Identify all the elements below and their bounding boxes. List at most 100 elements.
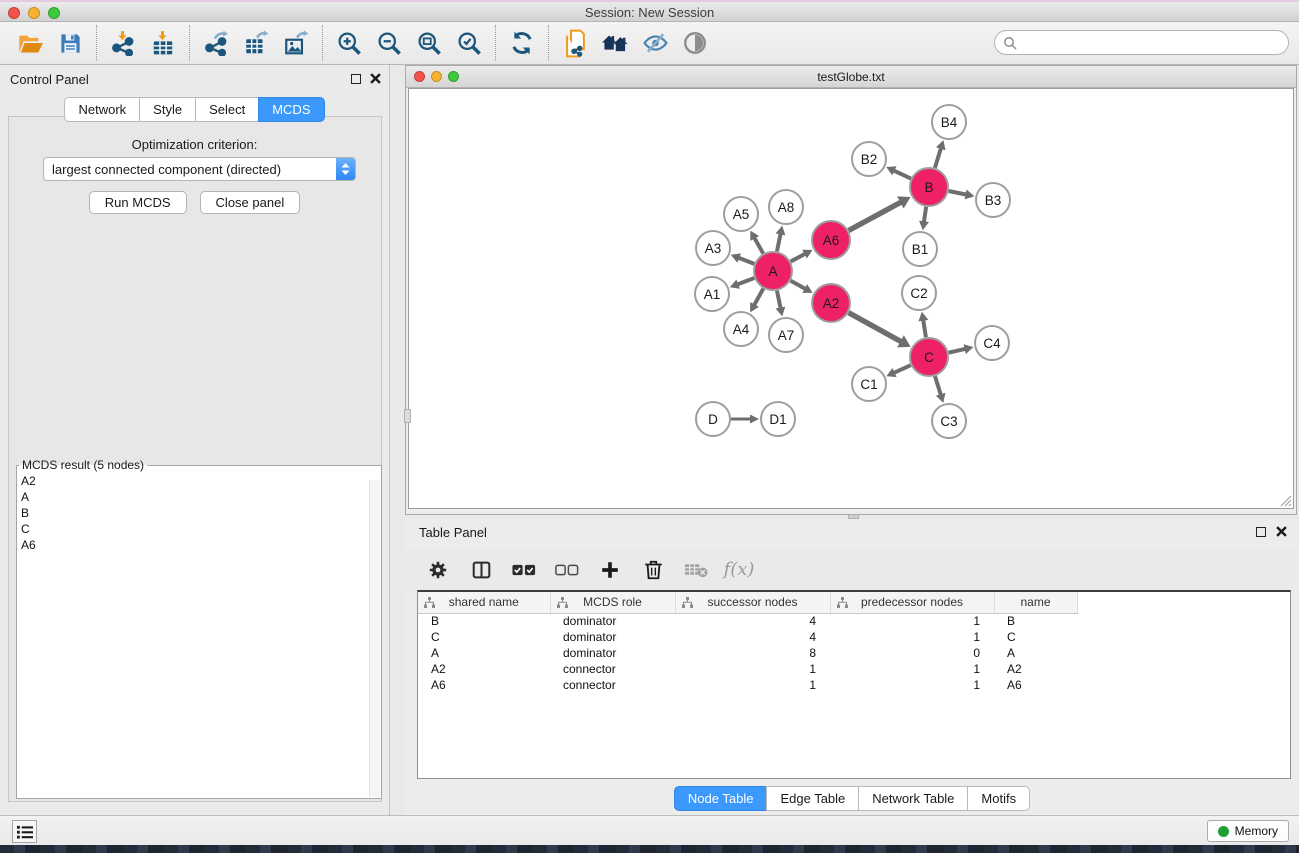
export-image-button[interactable]: [276, 25, 316, 61]
tab-motifs[interactable]: Motifs: [967, 786, 1030, 811]
node-table[interactable]: shared nameMCDS rolesuccessor nodesprede…: [418, 592, 1078, 693]
table-cell[interactable]: A6: [418, 677, 550, 693]
edge-A-A2[interactable]: [791, 281, 806, 289]
column-header-shared-name[interactable]: shared name: [418, 592, 550, 613]
table-cell[interactable]: connector: [550, 661, 675, 677]
search-input[interactable]: [1017, 34, 1288, 52]
table-row[interactable]: Cdominator41C: [418, 629, 1077, 645]
zoom-fit-button[interactable]: [409, 25, 449, 61]
table-cell[interactable]: 1: [830, 677, 994, 693]
optimization-criterion-select[interactable]: largest connected component (directed): [43, 157, 356, 181]
resize-grip-icon[interactable]: [1279, 494, 1292, 507]
table-cell[interactable]: 1: [675, 677, 830, 693]
tab-network[interactable]: Network: [64, 97, 140, 122]
export-network-button[interactable]: [196, 25, 236, 61]
close-table-panel-icon[interactable]: [1276, 526, 1287, 537]
first-neighbors-button[interactable]: [595, 25, 635, 61]
graph-node-C1[interactable]: C1: [852, 367, 886, 401]
table-cell[interactable]: 4: [675, 613, 830, 629]
graph-node-A1[interactable]: A1: [695, 277, 729, 311]
delete-table-button[interactable]: [679, 554, 713, 586]
float-panel-icon[interactable]: [351, 74, 361, 84]
memory-button[interactable]: Memory: [1207, 820, 1289, 842]
tab-mcds[interactable]: MCDS: [258, 97, 324, 122]
clone-network-button[interactable]: [555, 25, 595, 61]
graph-node-C2[interactable]: C2: [902, 276, 936, 310]
close-panel-icon[interactable]: [370, 73, 381, 84]
mcds-result-scrollbar[interactable]: [369, 480, 380, 797]
zoom-in-button[interactable]: [329, 25, 369, 61]
edge-A2-C[interactable]: [849, 313, 902, 342]
table-cell[interactable]: B: [418, 613, 550, 629]
edge-C-C4[interactable]: [949, 349, 966, 353]
edge-A-A8[interactable]: [777, 233, 781, 251]
edge-B-B3[interactable]: [949, 191, 967, 195]
table-cell[interactable]: A: [994, 645, 1077, 661]
table-cell[interactable]: 1: [830, 613, 994, 629]
edge-A-A3[interactable]: [738, 258, 754, 264]
graph-node-A[interactable]: A: [754, 252, 792, 290]
function-builder-button[interactable]: f(x): [722, 554, 756, 586]
add-column-button[interactable]: [593, 554, 627, 586]
table-cell[interactable]: A2: [418, 661, 550, 677]
table-settings-button[interactable]: [421, 554, 455, 586]
table-cell[interactable]: 1: [830, 629, 994, 645]
import-table-button[interactable]: [143, 25, 183, 61]
network-window-titlebar[interactable]: testGlobe.txt: [406, 66, 1296, 88]
edge-A-A6[interactable]: [791, 254, 806, 262]
zoom-out-button[interactable]: [369, 25, 409, 61]
edge-C-C1[interactable]: [894, 365, 911, 373]
edge-A-A7[interactable]: [777, 291, 781, 309]
edge-B-B1[interactable]: [924, 207, 926, 222]
table-cell[interactable]: B: [994, 613, 1077, 629]
column-header-name[interactable]: name: [994, 592, 1077, 613]
float-table-panel-icon[interactable]: [1256, 527, 1266, 537]
edge-B-B4[interactable]: [935, 148, 941, 168]
edge-A-A5[interactable]: [754, 238, 763, 254]
run-mcds-button[interactable]: Run MCDS: [89, 191, 187, 214]
table-cell[interactable]: 1: [675, 661, 830, 677]
save-session-button[interactable]: [50, 25, 90, 61]
tab-style[interactable]: Style: [139, 97, 196, 122]
mcds-result-item[interactable]: A6: [21, 537, 381, 553]
edge-B-B2[interactable]: [893, 170, 910, 178]
show-all-button[interactable]: [675, 25, 715, 61]
show-columns-button[interactable]: [464, 554, 498, 586]
refresh-button[interactable]: [502, 25, 542, 61]
graph-node-C3[interactable]: C3: [932, 404, 966, 438]
import-network-button[interactable]: [103, 25, 143, 61]
table-row[interactable]: A6connector11A6: [418, 677, 1077, 693]
table-cell[interactable]: 0: [830, 645, 994, 661]
zoom-selected-button[interactable]: [449, 25, 489, 61]
edge-A-A1[interactable]: [737, 278, 754, 284]
tab-node-table[interactable]: Node Table: [674, 786, 768, 811]
search-box[interactable]: [994, 30, 1289, 55]
graph-node-C4[interactable]: C4: [975, 326, 1009, 360]
column-header-successor-nodes[interactable]: successor nodes: [675, 592, 830, 613]
export-table-button[interactable]: [236, 25, 276, 61]
graph-node-D1[interactable]: D1: [761, 402, 795, 436]
mcds-result-item[interactable]: A2: [21, 473, 381, 489]
mcds-result-item[interactable]: B: [21, 505, 381, 521]
table-cell[interactable]: A6: [994, 677, 1077, 693]
graph-node-A4[interactable]: A4: [724, 312, 758, 346]
table-cell[interactable]: dominator: [550, 629, 675, 645]
mcds-result-item[interactable]: A: [21, 489, 381, 505]
graph-node-B2[interactable]: B2: [852, 142, 886, 176]
table-cell[interactable]: 8: [675, 645, 830, 661]
column-header-predecessor-nodes[interactable]: predecessor nodes: [830, 592, 994, 613]
graph-node-B4[interactable]: B4: [932, 105, 966, 139]
table-row[interactable]: Adominator80A: [418, 645, 1077, 661]
tab-edge-table[interactable]: Edge Table: [766, 786, 859, 811]
table-cell[interactable]: connector: [550, 677, 675, 693]
task-history-button[interactable]: [12, 820, 37, 843]
edge-C-C2[interactable]: [923, 320, 926, 338]
graph-node-A3[interactable]: A3: [696, 231, 730, 265]
deselect-all-button[interactable]: [550, 554, 584, 586]
table-cell[interactable]: C: [994, 629, 1077, 645]
graph-node-B3[interactable]: B3: [976, 183, 1010, 217]
graph-node-A5[interactable]: A5: [724, 197, 758, 231]
table-cell[interactable]: dominator: [550, 613, 675, 629]
graph-node-A2[interactable]: A2: [812, 284, 850, 322]
tab-select[interactable]: Select: [195, 97, 259, 122]
